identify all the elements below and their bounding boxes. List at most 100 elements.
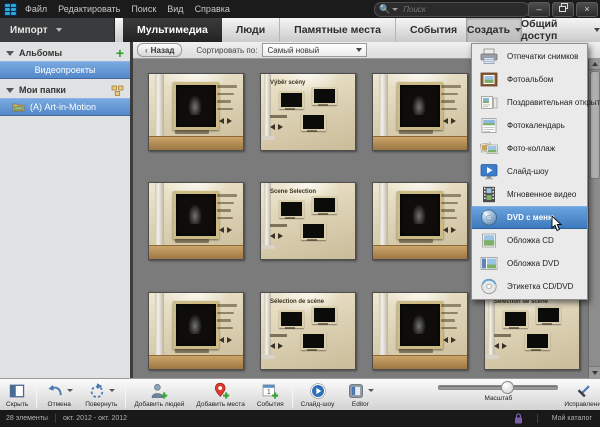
back-button[interactable]: ‹ Назад [137,43,182,57]
back-chevron-icon: ‹ [145,46,148,55]
status-bar: 28 элементы окт. 2012 - окт. 2012 Мой ка… [0,410,600,427]
menu-item-photo-book[interactable]: Фотоальбом [472,68,587,91]
dvd-template-thumbnail[interactable]: Sélection de scène [260,292,356,370]
scene-heading: Scene Selection [270,189,316,195]
video-projects-label: Видеопроекты [35,65,96,75]
slideshow-play-icon [308,382,328,400]
rotate-dropdown-caret-icon[interactable] [109,389,115,392]
sort-dropdown-caret-icon [356,48,362,52]
instant-fix-button[interactable]: Исправления [558,379,600,411]
menu-item-greeting-card[interactable]: Поздравительная открытка [472,91,587,114]
collapse-triangle-icon[interactable] [6,88,14,93]
greeting-card-icon [479,94,499,111]
tab-places[interactable]: Памятные места [280,18,396,42]
dvd-template-thumbnail[interactable]: Výběr scény [260,73,356,151]
create-dropdown-menu: Отпечатки снимков Фотоальбом Поздравител… [471,43,588,300]
albums-header[interactable]: Альбомы + [0,45,130,61]
scroll-up-button[interactable] [589,58,600,70]
menu-edit[interactable]: Редактировать [58,4,120,14]
folder-label: (А) Art-in-Motion [30,102,96,112]
zoom-slider[interactable] [438,385,558,390]
tab-events[interactable]: События [396,18,472,42]
undo-dropdown-caret-icon[interactable] [67,389,73,392]
sort-order-value: Самый новый [267,46,319,55]
scroll-up-icon [592,62,598,66]
dvd-template-thumbnail[interactable]: Sélection de scène [484,292,580,370]
editor-button[interactable]: Editor [340,379,380,411]
dvd-template-thumbnail[interactable] [148,182,244,260]
date-range: окт. 2012 - окт. 2012 [63,415,127,422]
menu-item-instant-movie[interactable]: Мгновенное видео [472,183,587,206]
create-button[interactable]: Создать [466,18,522,42]
folders-header-label: Мои папки [19,85,66,95]
dvd-template-thumbnail[interactable] [372,73,468,151]
albums-header-label: Альбомы [19,48,62,58]
sidebar-item-video-projects[interactable]: Видеопроекты [0,61,130,79]
menu-item-photo-collage[interactable]: Фото-коллаж [472,137,587,160]
add-places-button[interactable]: Добавить места [190,379,250,411]
hide-panel-button[interactable]: Скрыть [0,379,34,411]
menu-find[interactable]: Поиск [131,4,156,14]
menu-item-cd-dvd-label[interactable]: Этикетка CD/DVD [472,275,587,298]
folder-tree-icon[interactable] [111,85,124,96]
add-place-icon [211,382,231,400]
menu-help[interactable]: Справка [195,4,230,14]
zoom-label: Масштаб [484,395,512,402]
dvd-template-thumbnail[interactable] [148,292,244,370]
dvd-template-thumbnail[interactable] [148,73,244,151]
rotate-button[interactable]: Повернуть [79,379,123,411]
search-input[interactable] [401,4,505,15]
close-button[interactable]: × [576,2,598,17]
minimize-button[interactable]: – [528,2,550,17]
menu-item-dvd-jacket[interactable]: Обложка DVD [472,252,587,275]
zoom-control: Масштаб [438,379,558,411]
undo-button[interactable]: Отмена [39,379,79,411]
dvd-template-thumbnail[interactable]: Scene Selection [260,182,356,260]
dvd-template-thumbnail[interactable] [372,292,468,370]
sort-order-dropdown[interactable]: Самый новый [262,43,367,57]
scroll-down-button[interactable] [589,366,600,378]
cd-jacket-icon [479,232,499,249]
cd-dvd-label-icon [479,278,499,295]
share-caret-icon [594,28,600,32]
dvd-template-thumbnail[interactable] [372,182,468,260]
menu-file[interactable]: Файл [25,4,47,14]
scrollbar-thumb[interactable] [590,71,600,179]
editor-icon [346,382,366,400]
item-count: 28 элементы [6,415,48,422]
restore-button[interactable] [552,2,574,17]
menu-item-slideshow[interactable]: Слайд-шоу [472,160,587,183]
rotate-icon [87,382,107,400]
folders-header[interactable]: Мои папки [0,82,130,98]
tab-media[interactable]: Мультимедиа [123,18,222,42]
share-label: Общий доступ [521,18,590,42]
fix-tool-icon [574,382,594,400]
add-people-button[interactable]: Добавить людей [128,379,190,411]
tab-people[interactable]: Люди [222,18,280,42]
sidebar-item-art-in-motion[interactable]: (А) Art-in-Motion [0,98,130,116]
editor-dropdown-caret-icon[interactable] [368,389,374,392]
share-button[interactable]: Общий доступ [521,18,600,42]
printer-icon [479,48,499,65]
slideshow-button[interactable]: Слайд-шоу [295,379,341,411]
menu-item-photo-calendar[interactable]: Фотокалендарь [472,114,587,137]
create-label: Создать [467,24,510,36]
folder-icon [12,102,25,112]
zoom-slider-knob[interactable] [501,381,514,394]
catalog-name[interactable]: Мой каталог [552,415,592,422]
search-options-caret-icon[interactable] [392,8,398,11]
menu-item-cd-jacket[interactable]: Обложка CD [472,229,587,252]
event-icon: 1 [260,382,280,400]
menu-item-dvd-with-menu[interactable]: DVD с меню [472,206,587,229]
search-icon: 🔍 [379,5,390,14]
menu-view[interactable]: Вид [167,4,183,14]
title-bar: Файл Редактировать Поиск Вид Справка 🔍 –… [0,0,600,18]
import-button[interactable]: Импорт [0,18,115,42]
collapse-triangle-icon[interactable] [6,51,14,56]
lock-icon [514,413,523,424]
menu-item-photo-prints[interactable]: Отпечатки снимков [472,45,587,68]
photo-album-icon [479,71,499,88]
add-event-button[interactable]: 1 События [251,379,290,411]
search-box[interactable]: 🔍 [374,2,530,17]
add-album-button[interactable]: + [116,47,124,59]
